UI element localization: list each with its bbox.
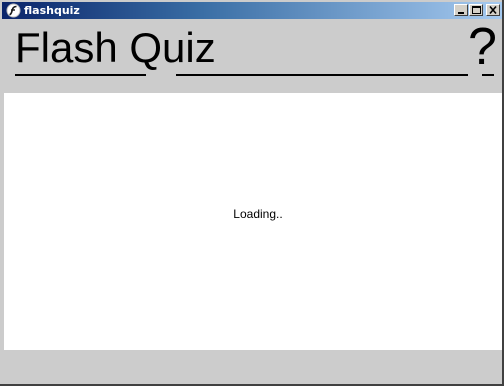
- flash-app-icon: [6, 3, 21, 18]
- minimize-icon: [458, 12, 464, 14]
- close-icon: [489, 5, 497, 15]
- footer-bar: [4, 350, 502, 382]
- title-underline-left: [15, 74, 146, 76]
- minimize-button[interactable]: [454, 4, 468, 16]
- window-title: flashquiz: [24, 4, 80, 17]
- title-underline-middle: [176, 74, 468, 76]
- app-window: flashquiz Flash Quiz ? Loading..: [0, 0, 504, 386]
- maximize-icon: [472, 6, 481, 14]
- maximize-button[interactable]: [469, 4, 483, 16]
- close-button[interactable]: [486, 4, 500, 16]
- title-underline-right: [482, 74, 494, 76]
- help-icon[interactable]: ?: [468, 19, 497, 75]
- title-bar[interactable]: flashquiz: [2, 2, 502, 19]
- loading-status: Loading..: [233, 207, 283, 221]
- app-title: Flash Quiz: [15, 24, 216, 71]
- quiz-content-area: Loading..: [4, 93, 502, 350]
- app-header: Flash Quiz ?: [0, 19, 504, 92]
